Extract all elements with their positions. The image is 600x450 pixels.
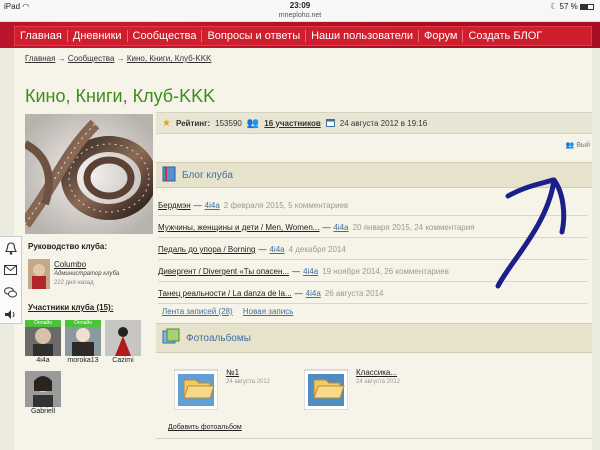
- leader-name[interactable]: Columbo: [54, 260, 86, 269]
- breadcrumb-home[interactable]: Главная: [25, 54, 55, 63]
- blog-post-row: Мужчины, женщины и дети / Men, Women... —…: [158, 218, 588, 238]
- side-toolbar: [0, 236, 22, 324]
- rating-label: Рейтинг:: [175, 118, 211, 128]
- avatar[interactable]: [105, 320, 141, 356]
- battery-icon: [580, 3, 594, 10]
- member-card[interactable]: Онлайн moroka13: [64, 320, 102, 364]
- member-name[interactable]: moroka13: [64, 357, 102, 364]
- member-name[interactable]: Gabriell: [24, 408, 62, 415]
- club-stats: ★ Рейтинг: 153590 👥 16 участников 24 авг…: [156, 112, 592, 134]
- album-date: 24 августа 2012: [356, 379, 401, 385]
- nav-forum[interactable]: Форум: [418, 30, 462, 42]
- photos-icon: [162, 328, 180, 348]
- nav-diaries[interactable]: Дневники: [66, 30, 127, 42]
- nav-communities[interactable]: Сообщества: [126, 30, 202, 42]
- speaker-icon[interactable]: [0, 303, 21, 325]
- breadcrumb-current[interactable]: Кино, Книги, Клуб-KKK: [127, 54, 212, 63]
- post-meta: 26 августа 2014: [324, 289, 384, 298]
- member-card[interactable]: Gabriell: [24, 371, 62, 415]
- star-icon: ★: [162, 117, 171, 129]
- avatar[interactable]: Онлайн: [65, 320, 101, 356]
- leader-role: Администратор клуба: [54, 271, 120, 277]
- page-title: Кино, Книги, Клуб-KKK: [25, 86, 216, 106]
- bell-icon[interactable]: [0, 237, 21, 259]
- book-icon: [162, 166, 176, 184]
- nav-users[interactable]: Наши пользователи: [305, 30, 418, 42]
- created-date: 24 августа 2012 в 19:16: [339, 118, 428, 128]
- divider: [156, 438, 592, 439]
- avatar[interactable]: [28, 259, 50, 289]
- member-card[interactable]: Онлайн 4i4a: [24, 320, 62, 364]
- post-meta: 2 февраля 2015, 5 комментариев: [223, 201, 349, 210]
- post-title[interactable]: Мужчины, женщины и дети / Men, Women...: [158, 223, 319, 232]
- post-title[interactable]: Танец реальности / La danza de la...: [158, 289, 292, 298]
- member-name[interactable]: 4i4a: [24, 357, 62, 364]
- albums-heading[interactable]: Фотоальбомы: [186, 333, 251, 344]
- feed-link[interactable]: Лента записей (28): [162, 307, 233, 316]
- folder-photo-icon[interactable]: [303, 368, 349, 411]
- rating-value: 153590: [215, 118, 242, 128]
- post-title[interactable]: Педаль до упора / Borning: [158, 245, 255, 254]
- post-author[interactable]: 4i4a: [205, 201, 220, 210]
- main-nav: Главная Дневники Сообщества Вопросы и от…: [14, 26, 592, 46]
- nav-questions[interactable]: Вопросы и ответы: [201, 30, 305, 42]
- users-icon: 👥: [565, 142, 575, 149]
- avatar[interactable]: [25, 371, 61, 407]
- blog-links: Лента записей (28) Новая запись: [162, 307, 301, 316]
- battery-indicator: ☾ 57 %: [550, 2, 594, 11]
- leader-last-seen: 222 дня назад: [54, 280, 94, 286]
- new-post-link[interactable]: Новая запись: [243, 307, 293, 316]
- post-title[interactable]: Бердмэн: [158, 201, 191, 210]
- albums-section-header: Фотоальбомы: [156, 323, 592, 353]
- post-author[interactable]: 4i4a: [306, 289, 321, 298]
- moon-icon: ☾: [550, 2, 558, 11]
- post-meta: 4 декабря 2014: [288, 245, 346, 254]
- chat-icon[interactable]: [0, 281, 21, 303]
- breadcrumb-separator: →: [57, 54, 66, 63]
- member-card[interactable]: Cazimi: [104, 320, 142, 364]
- blog-section-header: Блог клуба: [156, 162, 592, 188]
- album-date: 24 августа 2012: [226, 379, 271, 385]
- post-author[interactable]: 4i4a: [269, 245, 284, 254]
- album-item[interactable]: №1 24 августа 2012: [173, 368, 271, 411]
- leave-club-button[interactable]: 👥 Вый: [566, 141, 590, 149]
- ios-status-bar: iPad ◠ 23:09 mneploho.net ☾ 57 %: [0, 0, 600, 22]
- online-badge: Онлайн: [65, 320, 101, 327]
- nav-create-blog[interactable]: Создать БЛОГ: [462, 30, 547, 42]
- post-meta: 20 января 2015, 24 комментария: [352, 223, 475, 232]
- members-icon: 👥: [246, 117, 260, 129]
- club-image: [25, 114, 153, 234]
- battery-percent: 57 %: [559, 2, 578, 11]
- post-title[interactable]: Дивергент / Divergent «Ты опасен...: [158, 267, 289, 276]
- blog-post-row: Танец реальности / La danza de la... —4i4…: [158, 284, 588, 304]
- address-url[interactable]: mneploho.net: [0, 12, 600, 19]
- breadcrumb-separator: →: [116, 54, 125, 63]
- leadership-heading: Руководство клуба:: [28, 242, 108, 251]
- member-name[interactable]: Cazimi: [104, 357, 142, 364]
- members-heading[interactable]: Участники клуба (15):: [28, 303, 113, 312]
- members-count[interactable]: 16 участников: [264, 119, 320, 128]
- leave-club-label: Вый: [576, 142, 590, 149]
- folder-photo-icon[interactable]: [173, 368, 219, 411]
- album-item[interactable]: Классика... 24 августа 2012: [303, 368, 401, 411]
- post-author[interactable]: 4i4a: [333, 223, 348, 232]
- nav-home[interactable]: Главная: [15, 30, 67, 42]
- add-album-link[interactable]: Добавить фотоальбом: [168, 424, 242, 431]
- breadcrumb: Главная → Сообщества → Кино, Книги, Клуб…: [25, 54, 211, 63]
- avatar[interactable]: Онлайн: [25, 320, 61, 356]
- clock: 23:09: [289, 1, 311, 10]
- blog-post-row: Бердмэн —4i4a 2 февраля 2015, 5 комментари…: [158, 196, 588, 216]
- online-badge: Онлайн: [25, 320, 61, 327]
- blog-heading[interactable]: Блог клуба: [182, 170, 233, 181]
- post-author[interactable]: 4i4a: [303, 267, 318, 276]
- calendar-icon: [325, 118, 335, 129]
- blog-post-row: Дивергент / Divergent «Ты опасен... —4i4a…: [158, 262, 588, 282]
- blog-post-row: Педаль до упора / Borning —4i4a 4 декабря …: [158, 240, 588, 260]
- post-meta: 19 ноября 2014, 26 комментариев: [322, 267, 449, 276]
- breadcrumb-communities[interactable]: Сообщества: [68, 54, 114, 63]
- mail-icon[interactable]: [0, 259, 21, 281]
- album-name[interactable]: Классика...: [356, 368, 400, 377]
- club-actions: 👥 Вый: [156, 136, 592, 156]
- album-name[interactable]: №1: [226, 368, 270, 377]
